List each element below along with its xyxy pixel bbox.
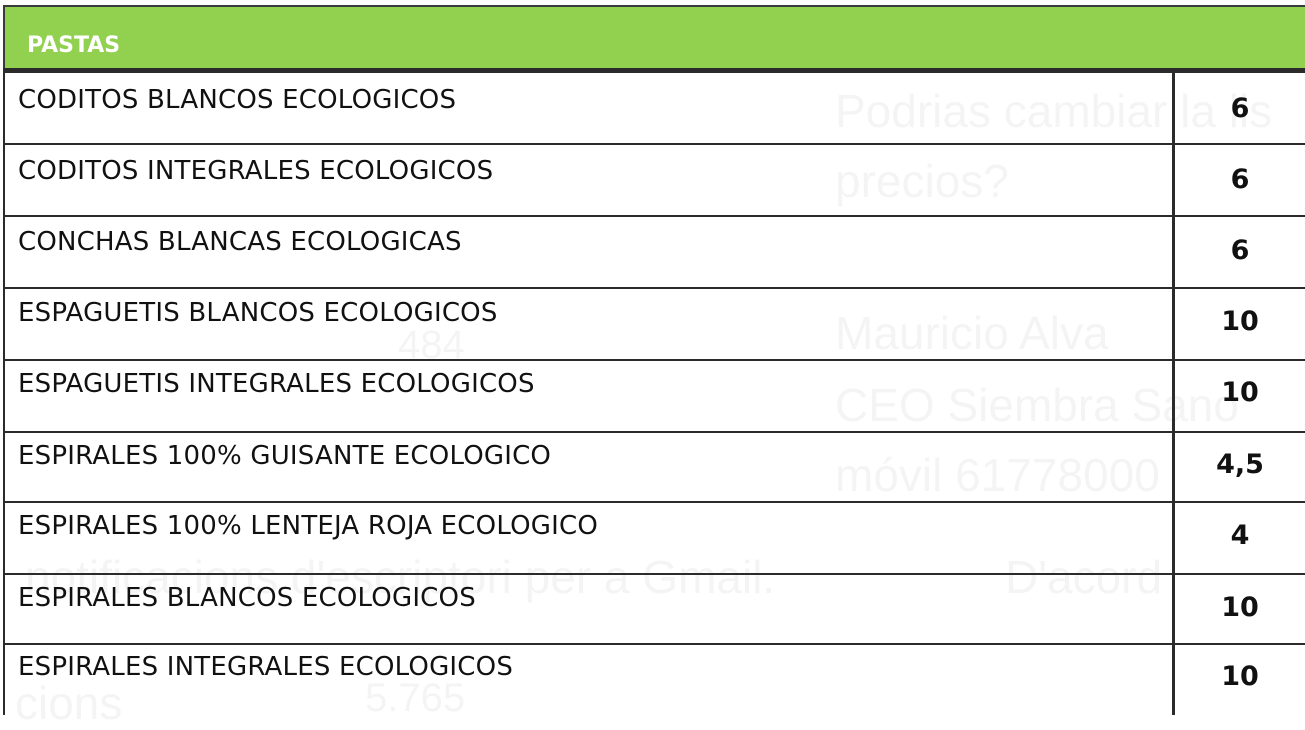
product-name: ESPIRALES 100% LENTEJA ROJA ECOLOGICO [18, 511, 598, 541]
product-name: CODITOS INTEGRALES ECOLOGICOS [18, 156, 494, 186]
table-row: CONCHAS BLANCAS ECOLOGICAS 6 [3, 217, 1305, 287]
product-name: ESPAGUETIS BLANCOS ECOLOGICOS [18, 298, 498, 328]
product-price: 6 [1230, 164, 1250, 195]
product-price: 10 [1221, 661, 1259, 692]
product-name: ESPIRALES 100% GUISANTE ECOLOGICO [18, 441, 552, 471]
product-name: ESPIRALES INTEGRALES ECOLOGICOS [18, 652, 514, 682]
product-price: 6 [1230, 93, 1250, 124]
product-price: 6 [1230, 235, 1250, 266]
table-row: ESPAGUETIS BLANCOS ECOLOGICOS 10 [3, 289, 1305, 359]
table-row: ESPIRALES 100% GUISANTE ECOLOGICO 4,5 [3, 433, 1305, 501]
product-name: ESPAGUETIS INTEGRALES ECOLOGICOS [18, 369, 535, 399]
table-row: CODITOS BLANCOS ECOLOGICOS 6 [3, 73, 1305, 143]
table-row: ESPAGUETIS INTEGRALES ECOLOGICOS 10 [3, 361, 1305, 431]
product-name: CODITOS BLANCOS ECOLOGICOS [18, 85, 457, 115]
price-list-sheet: Hola Sobrino,como es Podrias cambiar la … [0, 0, 1305, 729]
section-title: PASTAS [27, 33, 121, 58]
table-row: ESPIRALES BLANCOS ECOLOGICOS 10 [3, 575, 1305, 643]
product-price: 10 [1221, 377, 1259, 408]
table-row: CODITOS INTEGRALES ECOLOGICOS 6 [3, 145, 1305, 215]
product-name: ESPIRALES BLANCOS ECOLOGICOS [18, 583, 476, 613]
product-price: 4,5 [1216, 449, 1264, 480]
product-price: 4 [1230, 520, 1250, 551]
product-price: 10 [1221, 306, 1259, 337]
product-name: CONCHAS BLANCAS ECOLOGICAS [18, 227, 462, 257]
product-price: 10 [1221, 592, 1259, 623]
table-row: ESPIRALES 100% LENTEJA ROJA ECOLOGICO 4 [3, 503, 1305, 573]
section-header: PASTAS [3, 5, 1305, 68]
table-row: ESPIRALES INTEGRALES ECOLOGICOS 10 [3, 645, 1305, 715]
